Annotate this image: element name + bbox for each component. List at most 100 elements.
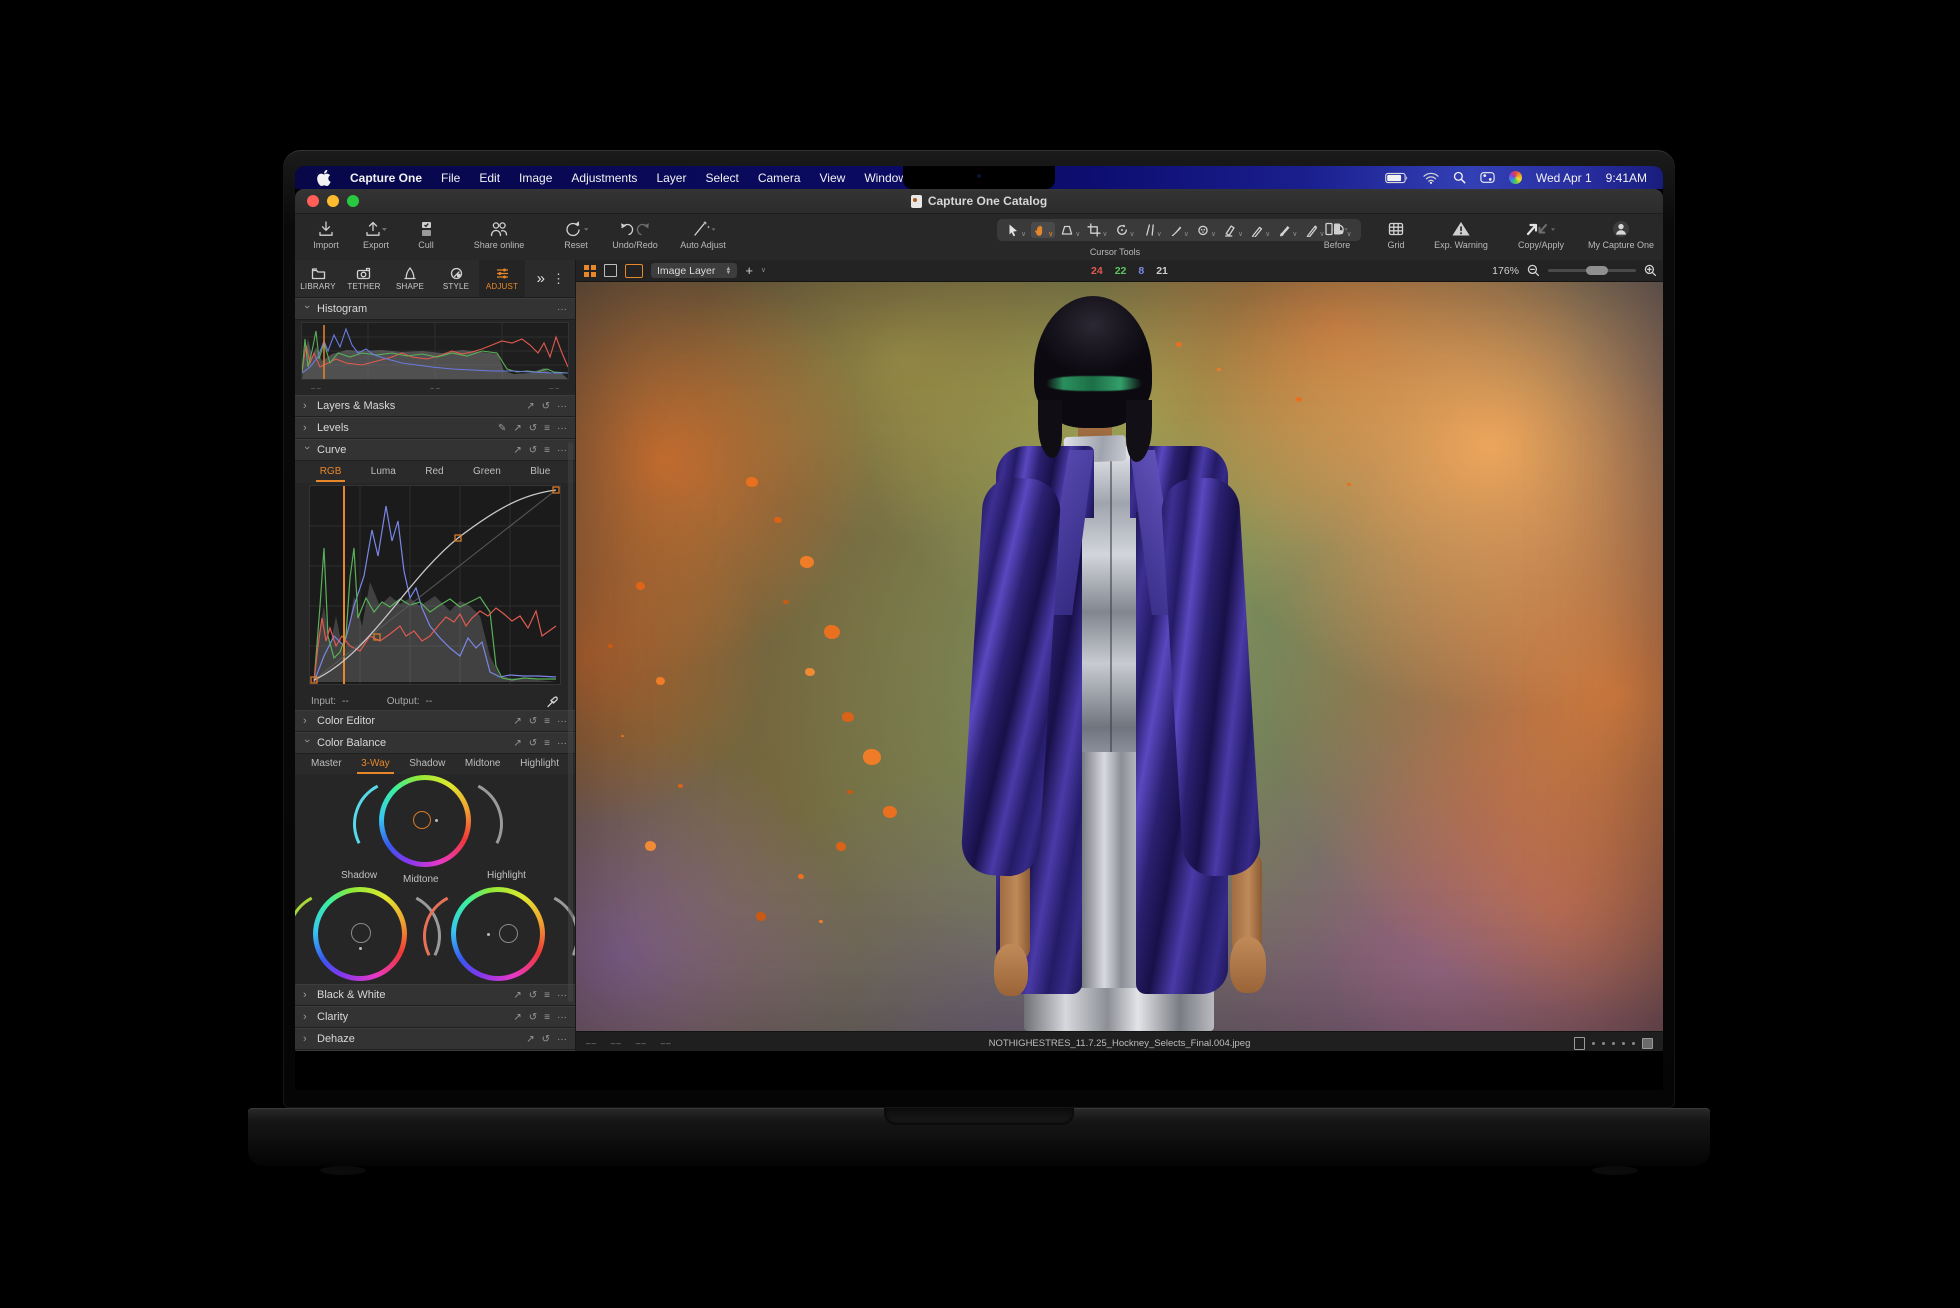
tab-tether[interactable]: TETHER	[341, 260, 387, 297]
before-button[interactable]: Before	[1311, 217, 1363, 250]
menu-file[interactable]: File	[441, 171, 460, 185]
single-view-icon[interactable]	[604, 264, 617, 277]
section-dehaze[interactable]: › Dehaze ↗↺···	[295, 1028, 575, 1050]
presets-icon[interactable]: ≡	[544, 716, 550, 727]
expand-tool-icon[interactable]: ↗	[513, 716, 521, 727]
layer-dropdown[interactable]: Image Layer ▲▼	[651, 263, 737, 278]
multi-view-icon[interactable]	[584, 265, 596, 277]
wifi-icon[interactable]	[1423, 172, 1439, 184]
tab-adjust[interactable]: ADJUST	[479, 260, 525, 297]
erase-tool[interactable]: ∨	[1221, 222, 1245, 238]
midtone-color-wheel[interactable]	[379, 775, 471, 867]
menu-image[interactable]: Image	[519, 171, 552, 185]
control-center-icon[interactable]	[1480, 172, 1495, 183]
window-titlebar[interactable]: Capture One Catalog	[295, 189, 1663, 214]
presets-icon[interactable]: ≡	[544, 423, 550, 434]
menu-adjustments[interactable]: Adjustments	[571, 171, 637, 185]
reset-tool-icon[interactable]: ↺	[542, 1034, 550, 1045]
fill-brush-tool[interactable]: ∨	[1275, 222, 1299, 238]
cull-button[interactable]: Cull	[403, 217, 449, 250]
share-online-button[interactable]: Share online	[467, 217, 531, 250]
more-options-icon[interactable]: ···	[557, 716, 567, 727]
section-histogram[interactable]: › Histogram ···	[295, 298, 575, 320]
color-tag-icon[interactable]	[1642, 1038, 1653, 1049]
cb-tab-shadow[interactable]: Shadow	[405, 755, 449, 774]
expand-tool-icon[interactable]: ↗	[513, 445, 521, 456]
presets-icon[interactable]: ≡	[544, 445, 550, 456]
section-vignetting[interactable]: › Vignetting ↗↺≡···	[295, 1050, 575, 1051]
curve-editor[interactable]	[295, 483, 575, 692]
pan-hand-tool[interactable]: ∨	[1031, 222, 1055, 238]
more-options-icon[interactable]: ···	[557, 304, 567, 315]
menu-edit[interactable]: Edit	[479, 171, 500, 185]
zoom-in-icon[interactable]	[1644, 264, 1657, 277]
menu-window[interactable]: Window	[864, 171, 907, 185]
panel-scrollbar[interactable]	[568, 442, 573, 1002]
proof-view-icon[interactable]	[625, 264, 643, 278]
more-options-icon[interactable]: ···	[557, 1034, 567, 1045]
export-button[interactable]: Export	[353, 217, 399, 250]
curve-graph[interactable]	[309, 485, 561, 685]
section-clarity[interactable]: › Clarity ↗↺≡···	[295, 1006, 575, 1028]
exposure-warning-button[interactable]: Exp. Warning	[1429, 217, 1493, 250]
section-layers-masks[interactable]: › Layers & Masks ↗ ↺ ···	[295, 395, 575, 417]
spotlight-search-icon[interactable]	[1453, 171, 1466, 184]
zoom-out-icon[interactable]	[1527, 264, 1540, 277]
section-color-editor[interactable]: › Color Editor ↗ ↺ ≡ ···	[295, 710, 575, 732]
presets-icon[interactable]: ≡	[544, 990, 550, 1001]
section-color-balance[interactable]: › Color Balance ↗ ↺ ≡ ···	[295, 732, 575, 754]
rating-dot[interactable]	[1622, 1042, 1625, 1045]
straighten-tool[interactable]: ∨	[1140, 222, 1164, 238]
add-layer-chevron-icon[interactable]: ∨	[761, 269, 766, 273]
reset-tool-icon[interactable]: ↺	[529, 738, 537, 749]
menu-select[interactable]: Select	[705, 171, 738, 185]
add-layer-button[interactable]: +	[745, 263, 753, 278]
expand-tool-icon[interactable]: ↗	[513, 990, 521, 1001]
keystone-tool[interactable]: ∨	[1058, 222, 1082, 238]
reset-tool-icon[interactable]: ↺	[529, 423, 537, 434]
expand-tool-icon[interactable]: ↗	[513, 738, 521, 749]
more-options-icon[interactable]: ···	[557, 738, 567, 749]
rating-dot[interactable]	[1632, 1042, 1635, 1045]
panel-options-icon[interactable]: ⋮	[552, 271, 565, 287]
rating-dot[interactable]	[1602, 1042, 1605, 1045]
tab-library[interactable]: LIBRARY	[295, 260, 341, 297]
presets-icon[interactable]: ≡	[544, 738, 550, 749]
shadow-wheel-selector[interactable]	[351, 923, 371, 943]
section-levels[interactable]: › Levels ✎ ↗ ↺ ≡ ···	[295, 417, 575, 439]
more-options-icon[interactable]: ···	[557, 990, 567, 1001]
menubar-app-name[interactable]: Capture One	[350, 171, 422, 185]
curve-tab-blue[interactable]: Blue	[526, 463, 554, 482]
menubar-clock[interactable]: 9:41AM	[1606, 171, 1647, 185]
cb-tab-3way[interactable]: 3-Way	[357, 755, 394, 774]
more-options-icon[interactable]: ···	[557, 423, 567, 434]
rating-dot[interactable]	[1592, 1042, 1595, 1045]
highlight-wheel-selector[interactable]	[499, 924, 518, 943]
tab-style[interactable]: STYLE	[433, 260, 479, 297]
more-options-icon[interactable]: ···	[557, 401, 567, 412]
rotate-tool[interactable]: ∨	[1113, 222, 1137, 238]
reset-tool-icon[interactable]: ↺	[529, 990, 537, 1001]
auto-levels-icon[interactable]: ✎	[498, 423, 506, 434]
curve-tab-green[interactable]: Green	[469, 463, 505, 482]
expand-tool-icon[interactable]: ↗	[513, 423, 521, 434]
zoom-slider[interactable]	[1548, 269, 1636, 272]
expand-tool-icon[interactable]: ↗	[526, 401, 534, 412]
expand-panel-icon[interactable]: »	[537, 270, 542, 287]
curve-tab-red[interactable]: Red	[421, 463, 447, 482]
rating-dot[interactable]	[1612, 1042, 1615, 1045]
undo-redo-button[interactable]: Undo/Redo	[603, 217, 667, 250]
more-options-icon[interactable]: ···	[557, 445, 567, 456]
import-button[interactable]: Import	[303, 217, 349, 250]
cb-tab-highlight[interactable]: Highlight	[516, 755, 563, 774]
midtone-wheel-selector[interactable]	[413, 811, 431, 829]
crop-tool[interactable]: ∨	[1085, 222, 1109, 238]
pointer-tool[interactable]: ∨	[1004, 222, 1028, 238]
menu-view[interactable]: View	[820, 171, 846, 185]
battery-icon[interactable]	[1385, 172, 1409, 184]
reset-tool-icon[interactable]: ↺	[542, 401, 550, 412]
my-capture-one-button[interactable]: My Capture One	[1589, 217, 1653, 250]
highlight-color-wheel[interactable]	[451, 887, 545, 981]
eyedropper-icon[interactable]	[546, 695, 559, 708]
copy-apply-button[interactable]: Copy/Apply	[1509, 217, 1573, 250]
